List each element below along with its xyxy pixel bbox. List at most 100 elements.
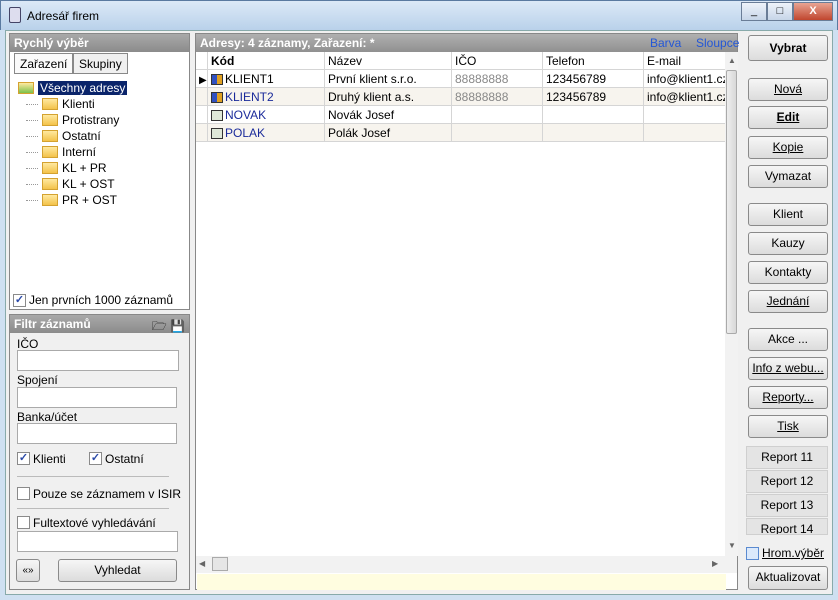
client-button[interactable]: Klient [748, 203, 828, 226]
window-title: Adresář firem [27, 9, 100, 23]
print-button[interactable]: Tisk [748, 415, 828, 438]
scroll-left-icon[interactable]: ◀ [199, 559, 205, 568]
folder-icon [42, 130, 58, 142]
limit-checkbox[interactable]: ✓ Jen prvních 1000 záznamů [13, 293, 173, 307]
scroll-down-icon[interactable]: ▼ [728, 541, 736, 550]
tree-node[interactable]: KL + OST [26, 176, 115, 192]
new-button[interactable]: Nová [748, 78, 828, 101]
table-row[interactable]: NOVAK Novák Josef [196, 106, 726, 124]
tree-node[interactable]: Klienti [26, 96, 95, 112]
cell-telefon [543, 106, 644, 124]
tree-node[interactable]: KL + PR [26, 160, 107, 176]
spojeni-input[interactable] [17, 387, 177, 408]
button-label: Tisk [777, 419, 799, 433]
columns-link[interactable]: Sloupce [696, 36, 739, 50]
contacts-button[interactable]: Kontakty [748, 261, 828, 284]
tree-node[interactable]: Protistrany [26, 112, 119, 128]
tree-line [26, 183, 38, 185]
cases-button[interactable]: Kauzy [748, 232, 828, 255]
button-label: Kopie [772, 140, 804, 154]
klienti-label: Klienti [33, 452, 66, 466]
klienti-checkbox[interactable]: ✓ Klienti [17, 452, 66, 466]
cell-text: IČO [455, 54, 477, 68]
actions-button[interactable]: Akce ... [748, 328, 828, 351]
report-button[interactable]: Report 13 [746, 494, 828, 517]
tab-zarazeni[interactable]: Zařazení [14, 53, 74, 74]
minimize-button[interactable]: _ [741, 2, 767, 21]
cell-ico [452, 106, 543, 124]
button-label: Kauzy [771, 236, 805, 250]
address-grid: Adresy: 4 záznamy, Zařazení: * Barva Slo… [195, 33, 739, 590]
edit-button[interactable]: Edit [748, 106, 828, 129]
grid-column-header[interactable]: Kód Název IČO Telefon E-mail [196, 52, 726, 70]
cell-nazev: Polák Josef [325, 124, 452, 142]
cell-text: Název [328, 54, 363, 68]
cell-text: Kód [211, 54, 235, 68]
reports-button[interactable]: Reporty... [748, 386, 828, 409]
table-row[interactable]: POLAK Polák Josef [196, 124, 726, 142]
tab-skupiny[interactable]: Skupiny [73, 53, 128, 74]
column-header: Telefon [543, 52, 644, 70]
category-tree: Všechny adresy Klienti Protistrany Ostatní… [18, 80, 188, 290]
cell-text: info@klient1.cz [647, 72, 726, 86]
meetings-button[interactable]: Jednání [748, 290, 828, 313]
cell-text: KLIENT2 [225, 90, 274, 104]
fulltext-label: Fultextové vyhledávání [33, 516, 156, 530]
cell-text: NOVAK [225, 108, 267, 122]
delete-button[interactable]: Vymazat [748, 165, 828, 188]
folder-icon [42, 162, 58, 174]
close-button[interactable]: X [793, 2, 833, 21]
tree-node-root[interactable]: Všechny adresy [18, 80, 128, 96]
cell-email: info@klient1.cz [644, 88, 726, 106]
fulltext-checkbox[interactable]: Fultextové vyhledávání [17, 516, 156, 530]
cell-text: 88888888 [455, 90, 509, 104]
hscroll-thumb[interactable] [212, 557, 228, 571]
banka-input[interactable] [17, 423, 177, 444]
fulltext-input[interactable] [17, 531, 178, 552]
maximize-button[interactable]: □ [767, 2, 793, 21]
checkbox-checked-icon: ✓ [13, 293, 26, 307]
report-button[interactable]: Report 11 [746, 446, 828, 469]
tree-node-label: Klienti [62, 97, 95, 111]
search-button[interactable]: Vyhledat [58, 559, 177, 582]
scroll-up-icon[interactable]: ▲ [728, 56, 736, 65]
table-row[interactable]: KLIENT2 Druhý klient a.s. 88888888 12345678… [196, 88, 726, 106]
company-icon [211, 74, 223, 86]
banka-label: Banka/účet [17, 410, 78, 424]
button-label: Nová [773, 82, 802, 96]
scroll-right-icon[interactable]: ▶ [712, 559, 718, 568]
app-icon [9, 7, 21, 23]
quick-select-header: Rychlý výběr [10, 34, 189, 52]
cell-nazev: Druhý klient a.s. [325, 88, 452, 106]
select-button[interactable]: Vybrat [748, 35, 828, 61]
toggle-panel-button[interactable]: «» [16, 559, 40, 582]
button-label: Akce ... [767, 332, 808, 346]
grid-title: Adresy: 4 záznamy, Zařazení: * [200, 36, 375, 50]
report-button[interactable]: Report 14 [746, 518, 828, 535]
save-icon[interactable]: 💾 [170, 319, 185, 333]
cell-text: Druhý klient a.s. [328, 90, 415, 104]
ostatni-checkbox[interactable]: ✓ Ostatní [89, 452, 144, 466]
cell-kod: NOVAK [208, 106, 325, 124]
web-info-button[interactable]: Info z webu... [748, 357, 828, 380]
tree-node[interactable]: Interní [26, 144, 96, 160]
cell-email: info@klient1.cz [644, 70, 726, 88]
tree-line [26, 135, 38, 137]
refresh-button[interactable]: Aktualizovat [748, 566, 828, 590]
scroll-thumb[interactable] [726, 70, 737, 334]
table-row[interactable]: ▶ KLIENT1 První klient s.r.o. 88888888 12345… [196, 70, 726, 88]
color-link[interactable]: Barva [650, 36, 681, 50]
hrom-label: Hrom.výběr [762, 546, 825, 560]
report-button[interactable]: Report 12 [746, 470, 828, 493]
hrom-checkbox[interactable]: Hrom.výběr [746, 546, 824, 560]
ico-input[interactable] [17, 350, 179, 371]
tree-node[interactable]: PR + OST [26, 192, 117, 208]
cell-telefon: 123456789 [543, 70, 644, 88]
tree-node[interactable]: Ostatní [26, 128, 101, 144]
horizontal-scrollbar[interactable]: ◀ ▶ [196, 556, 737, 573]
limit-label: Jen prvních 1000 záznamů [29, 293, 174, 307]
open-folder-icon[interactable]: 🗁 [152, 319, 167, 333]
divider [17, 508, 169, 509]
isir-checkbox[interactable]: Pouze se záznamem v ISIR [17, 487, 181, 501]
copy-button[interactable]: Kopie [748, 136, 828, 159]
